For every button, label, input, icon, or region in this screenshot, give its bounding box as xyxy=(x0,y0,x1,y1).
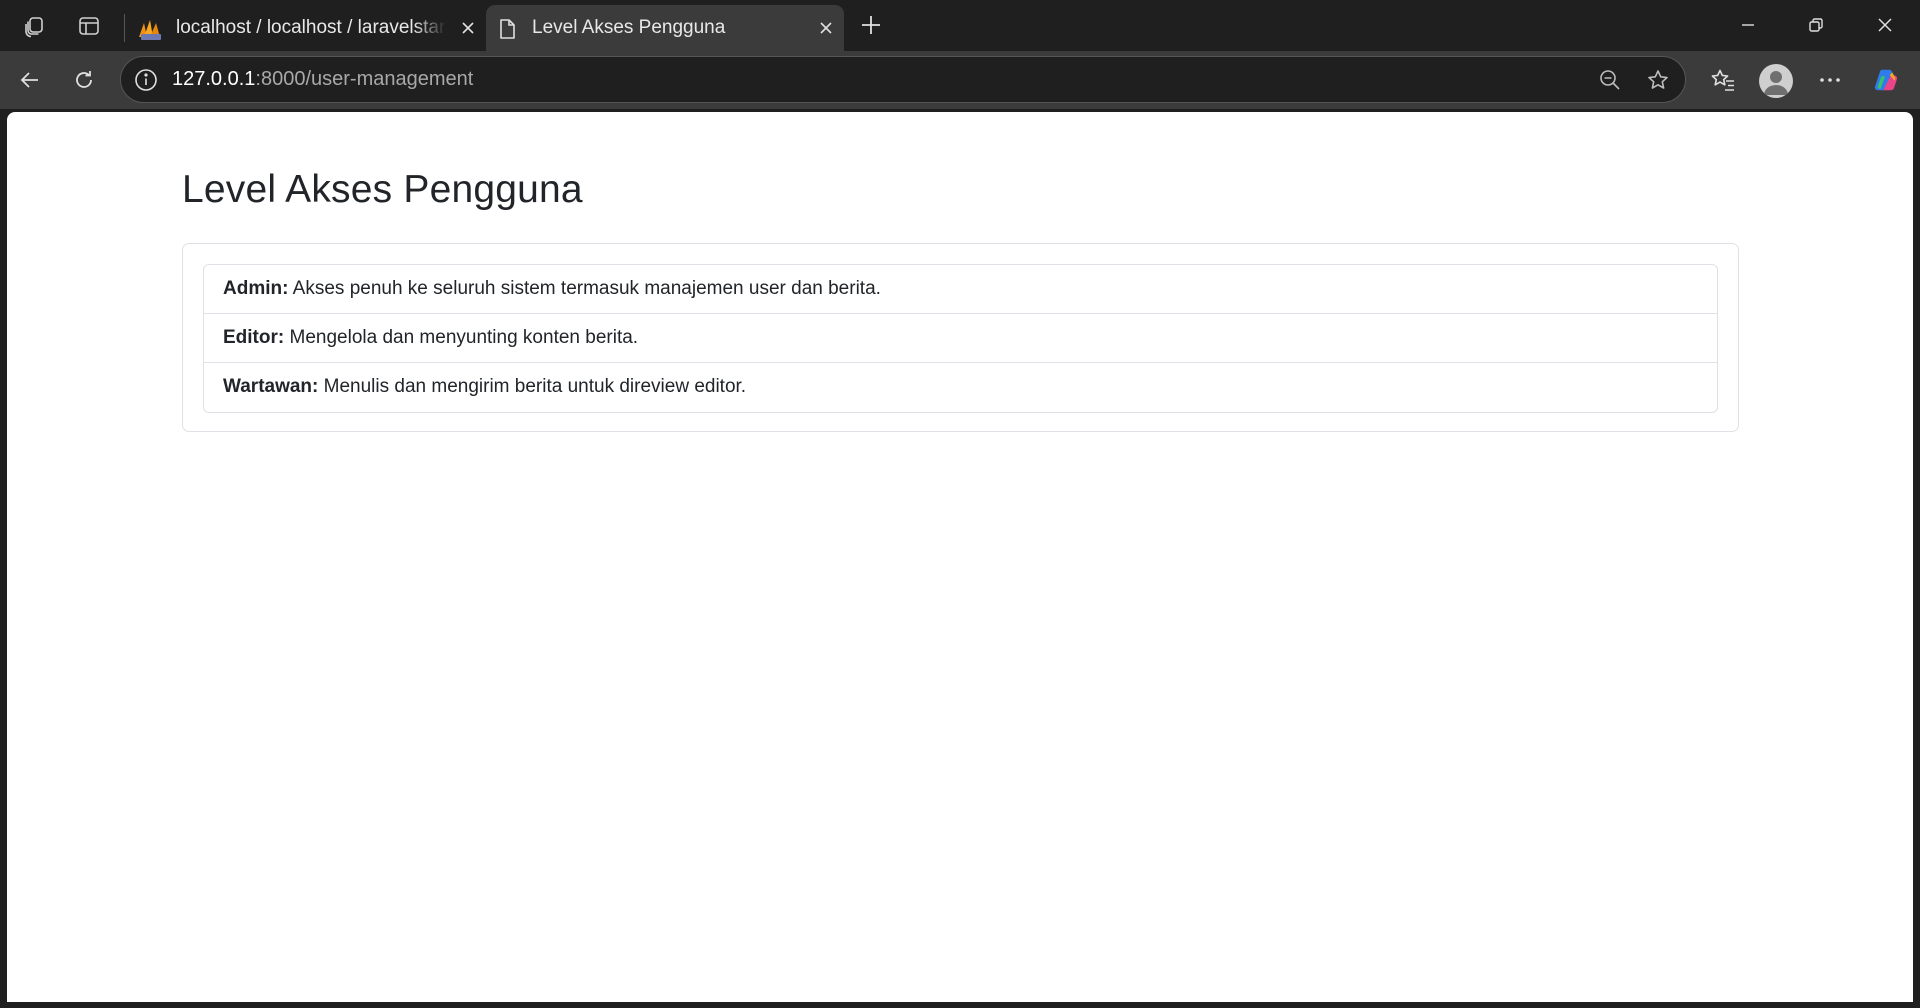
plus-icon xyxy=(862,16,880,34)
more-options-icon[interactable] xyxy=(1813,63,1847,97)
url-host: 127.0.0.1 xyxy=(172,68,256,90)
role-name: Admin: xyxy=(223,278,289,299)
tab-separator xyxy=(124,14,125,42)
browser-toolbar: 127.0.0.1:8000/user-management xyxy=(0,51,1920,109)
role-name: Editor: xyxy=(223,327,285,348)
minimize-button[interactable] xyxy=(1720,6,1776,44)
tab-title: Level Akses Pengguna xyxy=(532,17,726,38)
address-bar[interactable]: 127.0.0.1:8000/user-management xyxy=(120,56,1686,103)
phpmyadmin-favicon xyxy=(139,20,161,40)
favorite-star-icon[interactable] xyxy=(1645,67,1671,93)
tab-title: localhost / localhost / laravelstarter xyxy=(176,17,446,38)
close-window-button[interactable] xyxy=(1857,6,1913,44)
restore-button[interactable] xyxy=(1788,6,1844,44)
new-tab-button[interactable] xyxy=(856,10,886,40)
restore-icon xyxy=(1809,18,1823,32)
role-description: Akses penuh ke seluruh sistem termasuk m… xyxy=(292,278,881,299)
roles-list: Admin: Akses penuh ke seluruh sistem ter… xyxy=(203,264,1718,413)
close-icon xyxy=(1878,18,1892,32)
list-item-editor: Editor: Mengelola dan menyunting konten … xyxy=(204,314,1717,363)
workspaces-icon[interactable] xyxy=(19,10,51,42)
back-button[interactable] xyxy=(12,62,48,98)
refresh-icon xyxy=(76,71,92,88)
browser-titlebar: localhost / localhost / laravelstarter L… xyxy=(0,0,1920,51)
page-icon xyxy=(500,19,515,39)
roles-card: Admin: Akses penuh ke seluruh sistem ter… xyxy=(182,243,1739,432)
minimize-icon xyxy=(1742,24,1754,26)
list-item-admin: Admin: Akses penuh ke seluruh sistem ter… xyxy=(204,265,1717,314)
site-info-icon[interactable] xyxy=(133,67,159,93)
favorites-icon[interactable] xyxy=(1706,63,1740,97)
url-text[interactable]: 127.0.0.1:8000/user-management xyxy=(172,57,473,102)
copilot-icon[interactable] xyxy=(1869,63,1903,97)
role-description: Menulis dan mengirim berita untuk direvi… xyxy=(323,376,747,397)
url-path: :8000/user-management xyxy=(255,68,474,90)
user-icon xyxy=(1764,71,1788,95)
refresh-button[interactable] xyxy=(66,62,102,98)
role-name: Wartawan: xyxy=(223,376,319,397)
close-tab-icon[interactable] xyxy=(456,16,480,40)
list-item-wartawan: Wartawan: Menulis dan mengirim berita un… xyxy=(204,363,1717,412)
role-description: Mengelola dan menyunting konten berita. xyxy=(289,327,639,348)
page-viewport: Level Akses Pengguna Admin: Akses penuh … xyxy=(7,112,1913,1002)
page-title: Level Akses Pengguna xyxy=(182,168,583,211)
tab-level-akses[interactable]: Level Akses Pengguna xyxy=(486,5,844,51)
profile-avatar[interactable] xyxy=(1759,64,1793,98)
back-arrow-icon xyxy=(20,72,38,88)
tab-actions-icon[interactable] xyxy=(73,10,105,42)
close-tab-icon[interactable] xyxy=(814,16,838,40)
zoom-out-icon[interactable] xyxy=(1597,67,1623,93)
tab-phpmyadmin[interactable]: localhost / localhost / laravelstarter xyxy=(130,5,486,51)
